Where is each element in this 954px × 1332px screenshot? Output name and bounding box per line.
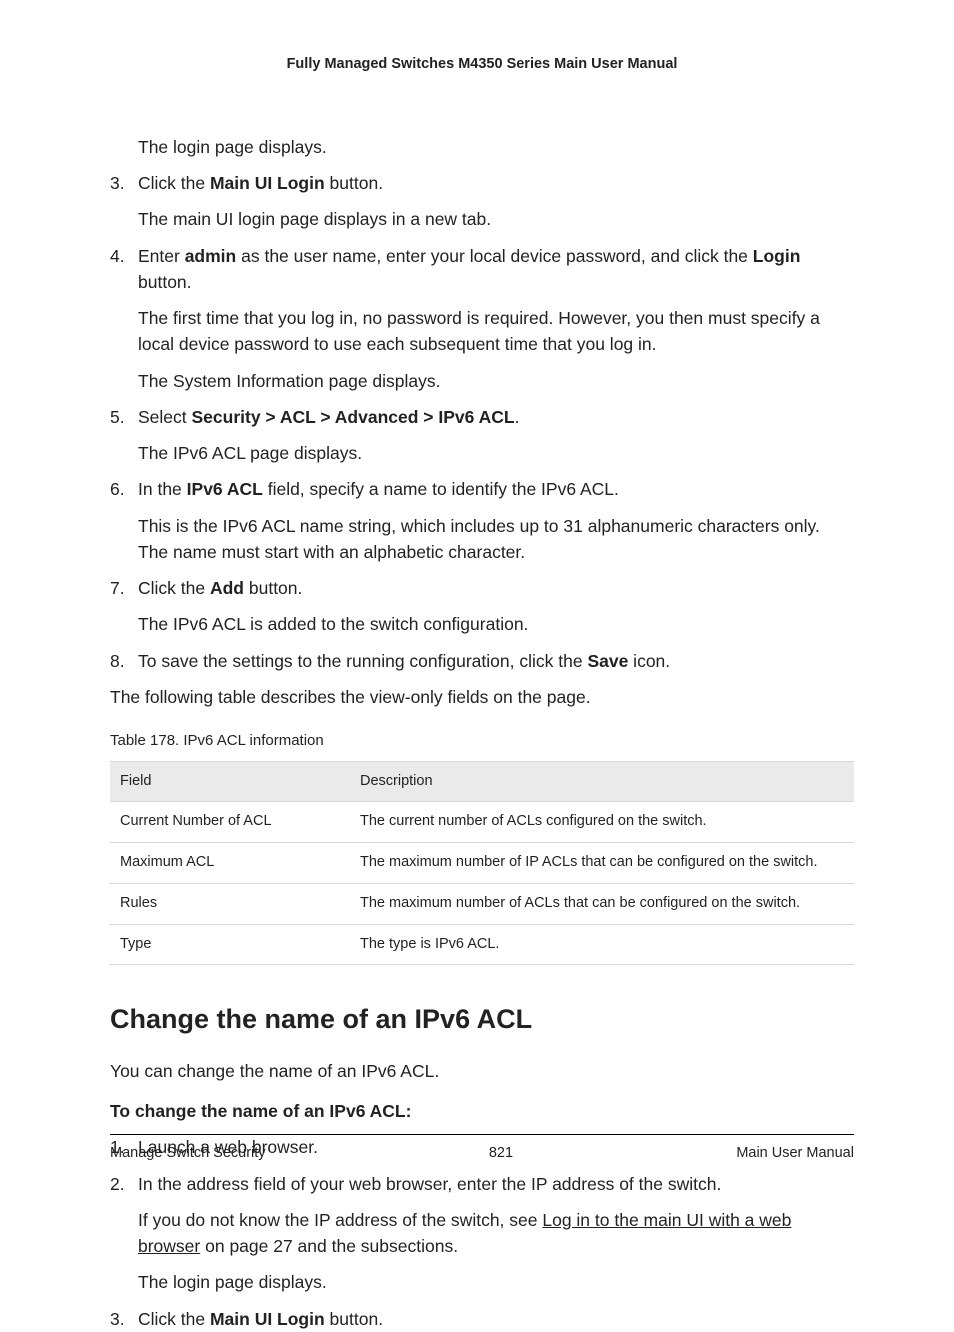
step-item: To save the settings to the running conf… xyxy=(138,648,854,674)
table-cell: The maximum number of ACLs that can be c… xyxy=(350,883,854,924)
table-row: Maximum ACLThe maximum number of IP ACLs… xyxy=(110,843,854,884)
step-after-text: The System Information page displays. xyxy=(138,368,854,394)
step-text: Enter admin as the user name, enter your… xyxy=(138,243,854,296)
info-table: FieldDescription Current Number of ACLTh… xyxy=(110,761,854,966)
table-row: RulesThe maximum number of ACLs that can… xyxy=(110,883,854,924)
step-item: Click the Add button. The IPv6 ACL is add… xyxy=(138,575,854,638)
intro-text: The login page displays. xyxy=(138,134,854,160)
step-text: Click the Add button. xyxy=(138,575,854,601)
table-row: Current Number of ACLThe current number … xyxy=(110,802,854,843)
step-after-text: The IPv6 ACL is added to the switch conf… xyxy=(138,611,854,637)
table-cell: The type is IPv6 ACL. xyxy=(350,924,854,965)
step-item: In the IPv6 ACL field, specify a name to… xyxy=(138,476,854,565)
step-after-text: The main UI login page displays in a new… xyxy=(138,206,854,232)
table-header-cell: Description xyxy=(350,761,854,802)
table-cell: Maximum ACL xyxy=(110,843,350,884)
footer-right: Main User Manual xyxy=(736,1143,854,1165)
step-text: Select Security > ACL > Advanced > IPv6 … xyxy=(138,404,854,430)
step-after-text: This is the IPv6 ACL name string, which … xyxy=(138,513,854,566)
table-caption: Table 178. IPv6 ACL information xyxy=(110,730,854,753)
step-item: In the address field of your web browser… xyxy=(138,1171,854,1296)
table-cell: Rules xyxy=(110,883,350,924)
step-text: To save the settings to the running conf… xyxy=(138,648,854,674)
step-text: In the address field of your web browser… xyxy=(138,1171,854,1197)
footer-left: Manage Switch Security xyxy=(110,1143,266,1165)
step-after-text: The first time that you log in, no passw… xyxy=(138,305,854,358)
section-bold-lead: To change the name of an IPv6 ACL: xyxy=(110,1098,854,1124)
after-list-text: The following table describes the view-o… xyxy=(110,684,854,710)
table-cell: The current number of ACLs configured on… xyxy=(350,802,854,843)
table-cell: Current Number of ACL xyxy=(110,802,350,843)
step-item: Enter admin as the user name, enter your… xyxy=(138,243,854,394)
step-text: Click the Main UI Login button. xyxy=(138,170,854,196)
table-header-cell: Field xyxy=(110,761,350,802)
table-row: TypeThe type is IPv6 ACL. xyxy=(110,924,854,965)
table-cell: The maximum number of IP ACLs that can b… xyxy=(350,843,854,884)
step-after-text: If you do not know the IP address of the… xyxy=(138,1207,854,1260)
step-item: Click the Main UI Login button. xyxy=(138,1306,854,1332)
step-item: Select Security > ACL > Advanced > IPv6 … xyxy=(138,404,854,467)
step-after-text: The IPv6 ACL page displays. xyxy=(138,440,854,466)
step-text: In the IPv6 ACL field, specify a name to… xyxy=(138,476,854,502)
step-item: Click the Main UI Login button. The main … xyxy=(138,170,854,233)
step-after-text: The login page displays. xyxy=(138,1269,854,1295)
page-header: Fully Managed Switches M4350 Series Main… xyxy=(110,54,854,76)
page-footer: Manage Switch Security 821 Main User Man… xyxy=(110,1134,854,1165)
step-text: Click the Main UI Login button. xyxy=(138,1306,854,1332)
section-lead: You can change the name of an IPv6 ACL. xyxy=(110,1058,854,1084)
footer-page-number: 821 xyxy=(489,1143,513,1165)
table-cell: Type xyxy=(110,924,350,965)
section-title: Change the name of an IPv6 ACL xyxy=(110,999,854,1040)
steps-list: Click the Main UI Login button. The main … xyxy=(138,170,854,674)
